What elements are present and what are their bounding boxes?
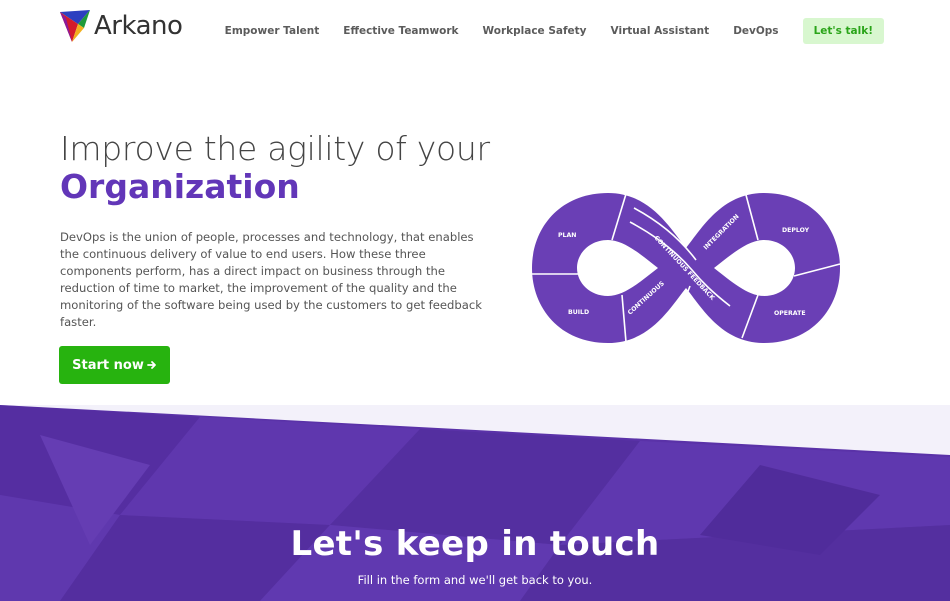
arkano-logo-icon bbox=[60, 10, 90, 42]
nav-item-devops[interactable]: DevOps bbox=[733, 25, 778, 37]
contact-background bbox=[0, 405, 950, 601]
nav-item-effective-teamwork[interactable]: Effective Teamwork bbox=[343, 25, 458, 37]
loop-label-deploy: DEPLOY bbox=[782, 227, 810, 234]
main-nav: Empower Talent Effective Teamwork Workpl… bbox=[201, 18, 884, 44]
hero-description: DevOps is the union of people, processes… bbox=[60, 230, 482, 329]
devops-loop-diagram: PLAN BUILD DEPLOY OPERATE INTEGRATION CO… bbox=[532, 193, 841, 343]
brand-logo[interactable]: Arkano bbox=[58, 6, 183, 46]
brand-name: Arkano bbox=[94, 11, 183, 41]
contact-subtitle: Fill in the form and we'll get back to y… bbox=[357, 573, 593, 587]
loop-label-plan: PLAN bbox=[558, 232, 576, 239]
nav-item-virtual-assistant[interactable]: Virtual Assistant bbox=[611, 25, 710, 37]
nav-item-empower-talent[interactable]: Empower Talent bbox=[225, 25, 320, 37]
arrow-right-icon bbox=[146, 361, 156, 369]
contact-title: Let's keep in touch bbox=[290, 524, 660, 564]
start-now-button[interactable]: Start now bbox=[59, 346, 170, 384]
hero-title-line1: Improve the agility of your bbox=[60, 129, 490, 168]
nav-item-workplace-safety[interactable]: Workplace Safety bbox=[483, 25, 587, 37]
contact-section: Let's keep in touch Fill in the form and… bbox=[0, 405, 950, 601]
site-header: Arkano Empower Talent Effective Teamwork… bbox=[0, 0, 950, 62]
hero-title-highlight: Organization bbox=[60, 167, 300, 206]
loop-label-operate: OPERATE bbox=[774, 310, 806, 317]
start-now-label: Start now bbox=[72, 357, 144, 373]
loop-label-build: BUILD bbox=[568, 309, 589, 316]
hero-title: Improve the agility of your Organization bbox=[60, 130, 490, 206]
lets-talk-button[interactable]: Let's talk! bbox=[802, 18, 884, 44]
